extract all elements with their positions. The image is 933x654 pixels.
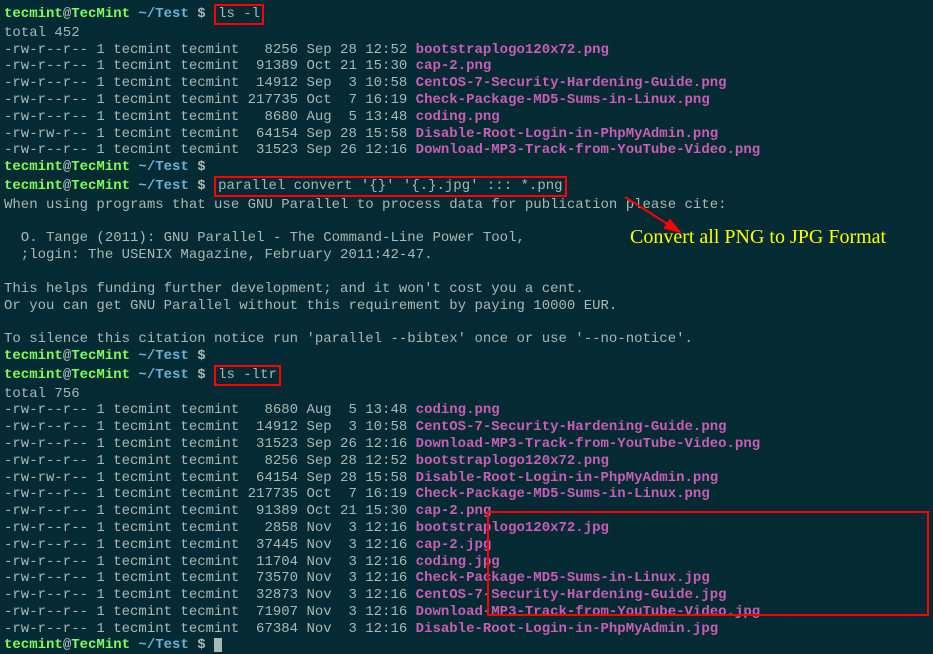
ls-row: -rw-r--r-- 1 tecmint tecmint 217735 Oct … xyxy=(4,92,929,109)
filename: Download-MP3-Track-from-YouTube-Video.pn… xyxy=(416,436,760,452)
citation-line: To silence this citation notice run 'par… xyxy=(4,331,929,348)
total-line: total 452 xyxy=(4,25,929,42)
ls-row: -rw-r--r-- 1 tecmint tecmint 73570 Nov 3… xyxy=(4,570,929,587)
filename: cap-2.jpg xyxy=(416,537,492,553)
command-parallel: parallel convert '{}' '{.}.jpg' ::: *.pn… xyxy=(218,178,562,194)
ls-row: -rw-r--r-- 1 tecmint tecmint 8680 Aug 5 … xyxy=(4,402,929,419)
citation-line: ;login: The USENIX Magazine, February 20… xyxy=(4,247,929,264)
filename: CentOS-7-Security-Hardening-Guide.jpg xyxy=(416,587,727,603)
ls-row: -rw-r--r-- 1 tecmint tecmint 14912 Sep 3… xyxy=(4,419,929,436)
citation-line: This helps funding further development; … xyxy=(4,281,929,298)
ls-row: -rw-r--r-- 1 tecmint tecmint 32873 Nov 3… xyxy=(4,587,929,604)
filename: Disable-Root-Login-in-PhpMyAdmin.png xyxy=(416,126,718,142)
highlight-box-cmd2: parallel convert '{}' '{.}.jpg' ::: *.pn… xyxy=(214,176,566,197)
ls-row: -rw-r--r-- 1 tecmint tecmint 31523 Sep 2… xyxy=(4,142,929,159)
ls-row: -rw-r--r-- 1 tecmint tecmint 11704 Nov 3… xyxy=(4,554,929,571)
command-ls-ltr: ls -ltr xyxy=(218,367,277,383)
filename: Check-Package-MD5-Sums-in-Linux.png xyxy=(416,92,710,108)
ls-row: -rw-r--r-- 1 tecmint tecmint 217735 Oct … xyxy=(4,486,929,503)
ls-row: -rw-r--r-- 1 tecmint tecmint 91389 Oct 2… xyxy=(4,58,929,75)
ls-row: -rw-r--r-- 1 tecmint tecmint 14912 Sep 3… xyxy=(4,75,929,92)
ls-row: -rw-r--r-- 1 tecmint tecmint 2858 Nov 3 … xyxy=(4,520,929,537)
filename: bootstraplogo120x72.png xyxy=(416,42,609,58)
filename: Disable-Root-Login-in-PhpMyAdmin.png xyxy=(416,470,718,486)
ls-row: -rw-r--r-- 1 tecmint tecmint 71907 Nov 3… xyxy=(4,604,929,621)
ls-row: -rw-rw-r-- 1 tecmint tecmint 64154 Sep 2… xyxy=(4,126,929,143)
highlight-box-cmd1: ls -l xyxy=(214,4,264,25)
ls-row: -rw-rw-r-- 1 tecmint tecmint 64154 Sep 2… xyxy=(4,470,929,487)
total-line: total 756 xyxy=(4,386,929,403)
filename: bootstraplogo120x72.png xyxy=(416,453,609,469)
ls-row: -rw-r--r-- 1 tecmint tecmint 8256 Sep 28… xyxy=(4,453,929,470)
ls-row: -rw-r--r-- 1 tecmint tecmint 31523 Sep 2… xyxy=(4,436,929,453)
filename: cap-2.png xyxy=(416,58,492,74)
annotation-text: Convert all PNG to JPG Format xyxy=(630,225,886,249)
filename: Download-MP3-Track-from-YouTube-Video.pn… xyxy=(416,142,760,158)
ls-row: -rw-r--r-- 1 tecmint tecmint 67384 Nov 3… xyxy=(4,621,929,638)
filename: coding.png xyxy=(416,109,500,125)
ls-row: -rw-r--r-- 1 tecmint tecmint 8680 Aug 5 … xyxy=(4,109,929,126)
filename: Check-Package-MD5-Sums-in-Linux.jpg xyxy=(416,570,710,586)
citation-line: Or you can get GNU Parallel without this… xyxy=(4,298,929,315)
filename: CentOS-7-Security-Hardening-Guide.png xyxy=(416,75,727,91)
filename: coding.jpg xyxy=(416,554,500,570)
citation-line xyxy=(4,264,929,281)
ls-row: -rw-r--r-- 1 tecmint tecmint 37445 Nov 3… xyxy=(4,537,929,554)
citation-line: When using programs that use GNU Paralle… xyxy=(4,197,929,214)
ls-row: -rw-r--r-- 1 tecmint tecmint 8256 Sep 28… xyxy=(4,42,929,59)
citation-line xyxy=(4,314,929,331)
filename: cap-2.png xyxy=(416,503,492,519)
filename: CentOS-7-Security-Hardening-Guide.png xyxy=(416,419,727,435)
command-ls-l: ls -l xyxy=(218,6,260,22)
terminal-output: tecmint@TecMint ~/Test $ ls -ltotal 452-… xyxy=(4,4,929,654)
filename: bootstraplogo120x72.jpg xyxy=(416,520,609,536)
filename: Download-MP3-Track-from-YouTube-Video.jp… xyxy=(416,604,760,620)
filename: coding.png xyxy=(416,402,500,418)
cursor[interactable] xyxy=(214,638,222,652)
ls-row: -rw-r--r-- 1 tecmint tecmint 91389 Oct 2… xyxy=(4,503,929,520)
filename: Disable-Root-Login-in-PhpMyAdmin.jpg xyxy=(416,621,718,637)
filename: Check-Package-MD5-Sums-in-Linux.png xyxy=(416,486,710,502)
highlight-box-cmd3: ls -ltr xyxy=(214,365,281,386)
